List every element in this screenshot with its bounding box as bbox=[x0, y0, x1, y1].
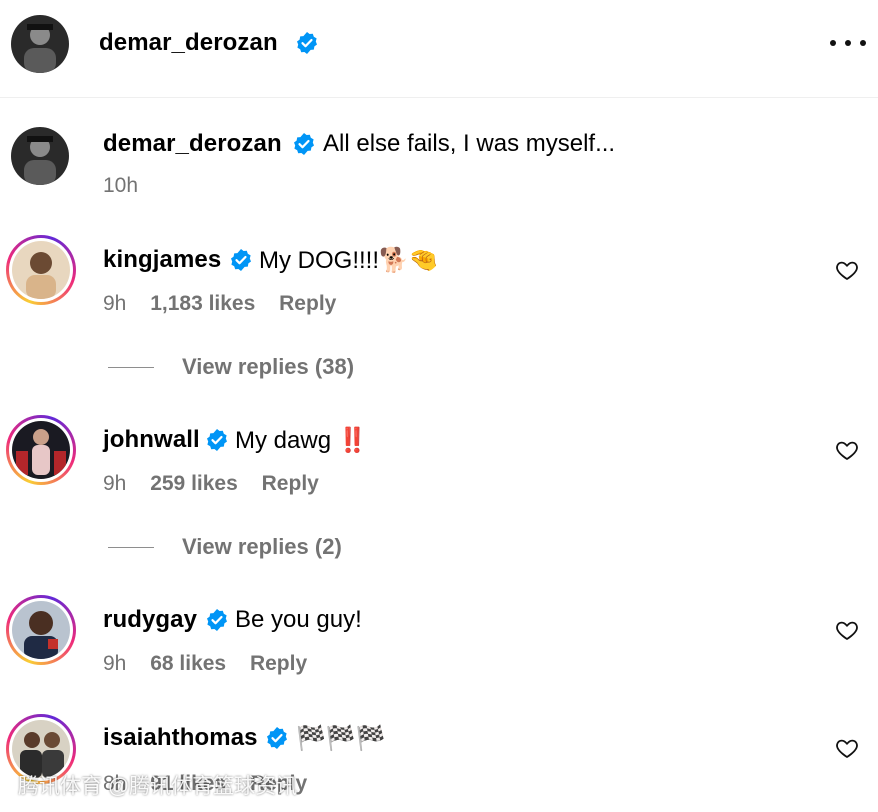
watermark: 腾讯体育 @腾讯体育篮球资讯 bbox=[18, 775, 298, 798]
comment-likes[interactable]: 68 likes bbox=[150, 652, 226, 675]
more-options-icon[interactable] bbox=[830, 30, 866, 56]
comment-meta: 9h 259 likes Reply bbox=[103, 472, 319, 496]
comment-time: 9h bbox=[103, 652, 127, 675]
verified-badge-icon bbox=[207, 429, 227, 451]
view-replies-button[interactable]: View replies (2) bbox=[182, 534, 342, 560]
caption-time: 10h bbox=[103, 174, 139, 197]
comment-username[interactable]: isaiahthomas bbox=[103, 724, 258, 752]
comment-avatar-ring[interactable] bbox=[6, 235, 76, 305]
avatar bbox=[12, 241, 70, 299]
header-username[interactable]: demar_derozan bbox=[99, 29, 278, 57]
replies-divider bbox=[108, 367, 154, 368]
caption-username[interactable]: demar_derozan bbox=[103, 130, 282, 158]
double-exclamation-icon: ‼️ bbox=[337, 427, 368, 454]
comment-likes[interactable]: 259 likes bbox=[150, 472, 238, 495]
comment-text: My dawg ‼️ bbox=[235, 426, 368, 455]
heart-outline-icon[interactable] bbox=[835, 618, 859, 642]
verified-badge-icon bbox=[297, 32, 317, 54]
comment-text-content: My DOG!!!! bbox=[259, 247, 379, 274]
reply-button[interactable]: Reply bbox=[279, 292, 336, 315]
avatar bbox=[12, 421, 70, 479]
reply-button[interactable]: Reply bbox=[250, 652, 307, 675]
post-header: demar_derozan bbox=[0, 0, 878, 98]
heart-outline-icon[interactable] bbox=[835, 258, 859, 282]
comment-meta: 9h 68 likes Reply bbox=[103, 652, 307, 676]
comment-username[interactable]: kingjames bbox=[103, 246, 221, 274]
avatar bbox=[12, 601, 70, 659]
comment-avatar-ring[interactable] bbox=[6, 595, 76, 665]
comment-text: My DOG!!!!🐕🤏 bbox=[259, 246, 439, 275]
comment-text-content: My dawg bbox=[235, 427, 332, 454]
verified-badge-icon bbox=[207, 609, 227, 631]
comment-text: Be you guy! bbox=[235, 606, 362, 633]
verified-badge-icon bbox=[294, 133, 314, 155]
comment-time: 9h bbox=[103, 292, 127, 315]
comment-likes[interactable]: 1,183 likes bbox=[150, 292, 255, 315]
comment-username[interactable]: johnwall bbox=[103, 426, 200, 454]
caption-text: All else fails, I was myself... bbox=[323, 130, 616, 157]
verified-badge-icon bbox=[267, 727, 287, 749]
comment-avatar-ring[interactable] bbox=[6, 415, 76, 485]
comment-username[interactable]: rudygay bbox=[103, 606, 197, 634]
reply-button[interactable]: Reply bbox=[262, 472, 319, 495]
chequered-flag-icon: 🏁🏁🏁 bbox=[296, 724, 386, 752]
author-avatar[interactable] bbox=[11, 15, 69, 73]
heart-outline-icon[interactable] bbox=[835, 736, 859, 760]
caption-author-avatar[interactable] bbox=[11, 127, 69, 185]
comment-time: 9h bbox=[103, 472, 127, 495]
heart-outline-icon[interactable] bbox=[835, 438, 859, 462]
view-replies-button[interactable]: View replies (38) bbox=[182, 354, 354, 380]
verified-badge-icon bbox=[231, 249, 251, 271]
dog-emoji-icon: 🐕🤏 bbox=[379, 246, 439, 274]
replies-divider bbox=[108, 547, 154, 548]
comment-meta: 9h 1,183 likes Reply bbox=[103, 292, 336, 316]
